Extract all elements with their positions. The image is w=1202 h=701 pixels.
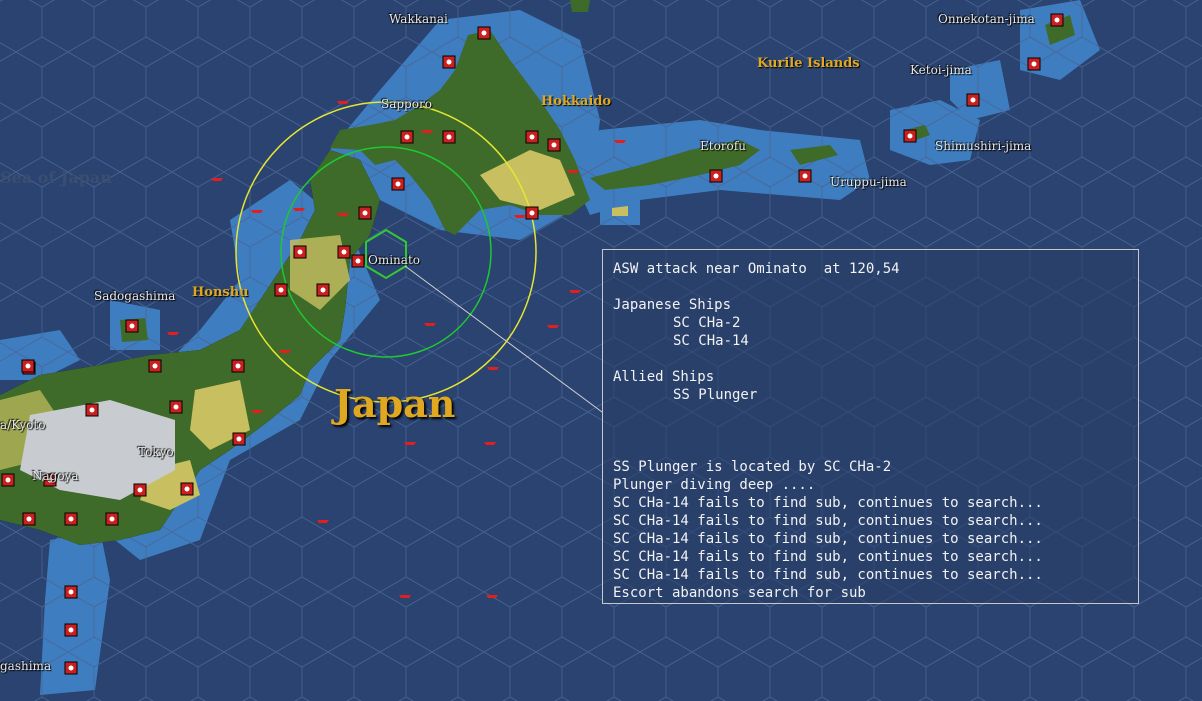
ship-marker-icon[interactable] [569, 290, 581, 293]
base-dot [713, 173, 719, 179]
label-etorofu: Etorofu [700, 139, 746, 153]
japanese-ship: SC CHa-2 [673, 315, 741, 331]
label-japan: Japan [334, 381, 456, 426]
base-dot [341, 249, 347, 255]
ship-marker-icon[interactable] [487, 367, 499, 370]
report-event: Plunger diving deep .... [613, 477, 816, 493]
base-dot [236, 436, 242, 442]
base-dot [184, 486, 190, 492]
label-sadogashima: Sadogashima [94, 289, 176, 303]
base-dot [362, 210, 368, 216]
ship-marker-icon[interactable] [251, 210, 263, 213]
label-gashima: gashima [0, 659, 52, 673]
label-tokyo: Tokyo [138, 445, 174, 459]
base-dot [404, 134, 410, 140]
base-dot [5, 477, 11, 483]
base-dot [970, 97, 976, 103]
base-dot [278, 287, 284, 293]
label-onnekotan-jima: Onnekotan-jima [938, 12, 1035, 26]
allied-ship: SS Plunger [673, 387, 758, 403]
base-dot [446, 59, 452, 65]
label-nagoya: Nagoya [32, 469, 79, 483]
label-hokkaido: Hokkaido [541, 94, 612, 109]
base-dot [68, 589, 74, 595]
base-dot [68, 665, 74, 671]
japanese-ships-header: Japanese Ships [613, 297, 732, 313]
report-event: SC CHa-14 fails to find sub, continues t… [613, 567, 1043, 583]
label-sapporo: Sapporo [381, 97, 432, 111]
ship-marker-icon[interactable] [211, 178, 223, 181]
report-title: ASW attack near Ominato at 120,54 [613, 261, 900, 277]
report-event: Escort abandons search for sub [613, 585, 866, 601]
japanese-ship: SC CHa-14 [673, 333, 749, 349]
base-dot [1054, 17, 1060, 23]
base-dot [152, 363, 158, 369]
ship-marker-icon[interactable] [167, 332, 179, 335]
base-dot [137, 487, 143, 493]
ship-marker-icon[interactable] [421, 130, 433, 133]
ship-marker-icon[interactable] [567, 170, 579, 173]
base-dot [25, 363, 31, 369]
ship-marker-icon[interactable] [547, 325, 559, 328]
ship-marker-icon[interactable] [399, 595, 411, 598]
label-uruppu-jima: Uruppu-jima [830, 175, 907, 189]
label-kurile-islands: Kurile Islands [757, 56, 860, 71]
label-kyoto: a/Kyoto [0, 418, 46, 432]
base-dot [129, 323, 135, 329]
base-dot [551, 142, 557, 148]
base-dot [907, 133, 913, 139]
ship-marker-icon[interactable] [317, 520, 329, 523]
ship-marker-icon[interactable] [614, 140, 626, 143]
base-dot [297, 249, 303, 255]
base-dot [68, 516, 74, 522]
ship-marker-icon[interactable] [486, 595, 498, 598]
label-ominato: Ominato [368, 253, 420, 267]
report-event: SC CHa-14 fails to find sub, continues t… [613, 531, 1043, 547]
label-shimushiri-jima: Shimushiri-jima [935, 139, 1032, 153]
base-dot [320, 287, 326, 293]
ship-marker-icon[interactable] [484, 442, 496, 445]
base-dot [446, 134, 452, 140]
label-wakkanai: Wakkanai [389, 12, 448, 26]
label-honshu: Honshu [192, 285, 249, 300]
base-dot [26, 516, 32, 522]
base-dot [355, 258, 361, 264]
base-dot [481, 30, 487, 36]
report-event: SC CHa-14 fails to find sub, continues t… [613, 513, 1043, 529]
ship-marker-icon[interactable] [293, 208, 305, 211]
ship-marker-icon[interactable] [251, 410, 263, 413]
base-dot [802, 173, 808, 179]
report-event: SC CHa-14 fails to find sub, continues t… [613, 549, 1043, 565]
ship-marker-icon[interactable] [404, 442, 416, 445]
base-dot [173, 404, 179, 410]
base-dot [1031, 61, 1037, 67]
base-dot [89, 407, 95, 413]
label-ketoi-jima: Ketoi-jima [910, 63, 972, 77]
base-dot [109, 516, 115, 522]
ship-marker-icon[interactable] [279, 350, 291, 353]
ship-marker-icon[interactable] [337, 101, 349, 104]
base-dot [395, 181, 401, 187]
allied-ships-header: Allied Ships [613, 369, 715, 385]
base-dot [529, 134, 535, 140]
ship-marker-icon[interactable] [424, 323, 436, 326]
report-event: SS Plunger is located by SC CHa-2 [613, 459, 892, 475]
base-dot [68, 627, 74, 633]
ship-marker-icon[interactable] [337, 213, 349, 216]
report-event: SC CHa-14 fails to find sub, continues t… [613, 495, 1043, 511]
base-dot [235, 363, 241, 369]
label-sea-of-japan: Sea of Japan [0, 168, 112, 187]
base-dot [529, 210, 535, 216]
combat-report-panel: ASW attack near Ominato at 120,54 Japane… [602, 249, 1139, 604]
ship-marker-icon[interactable] [514, 215, 526, 218]
